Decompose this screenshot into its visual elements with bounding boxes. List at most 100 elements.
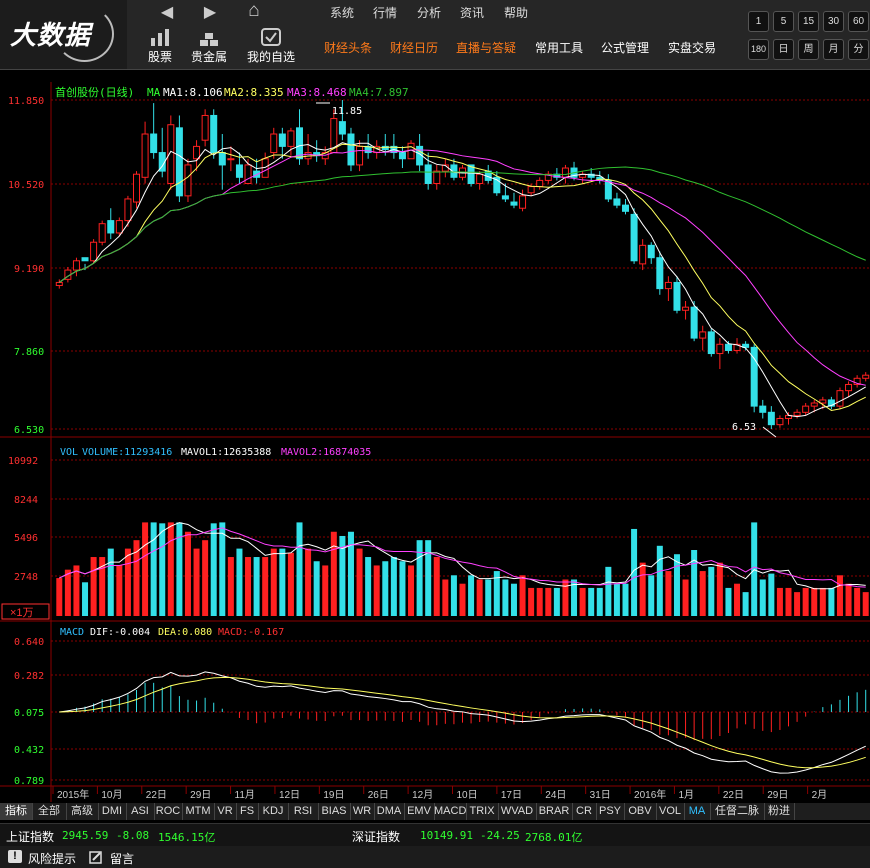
period-30min[interactable]: 30 — [823, 11, 844, 32]
low-price-label: 6.53 — [732, 422, 756, 433]
tab-20[interactable]: PSY — [596, 803, 625, 820]
candle-body — [193, 145, 201, 160]
volume-bar — [373, 565, 380, 616]
menu-live-trading[interactable]: 实盘交易 — [668, 39, 716, 56]
candle-body — [287, 130, 295, 147]
price-tick: 11.850 — [8, 96, 44, 107]
candle-body — [201, 114, 209, 141]
candle-body — [810, 402, 818, 407]
menu-help[interactable]: 帮助 — [504, 4, 528, 21]
back-arrow-icon[interactable]: ◀ — [156, 2, 178, 21]
volume-value: VOLUME:11293416 — [82, 447, 172, 458]
tab-15[interactable]: MACD — [434, 803, 467, 820]
menu-analysis[interactable]: 分析 — [417, 4, 441, 21]
my-watchlist-button[interactable]: 我的自选 — [241, 24, 301, 68]
candle-body — [141, 133, 149, 178]
menu-finance-headlines[interactable]: 财经头条 — [324, 39, 372, 56]
tab-2[interactable]: 高级 — [66, 803, 99, 820]
tab-21[interactable]: OBV — [624, 803, 657, 820]
volume-bar — [450, 575, 457, 616]
volume-bar — [399, 561, 406, 616]
period-60min[interactable]: 60 — [848, 11, 869, 32]
candle-body — [613, 198, 621, 206]
tab-14[interactable]: EMV — [404, 803, 435, 820]
menu-common-tools[interactable]: 常用工具 — [535, 39, 583, 56]
tab-17[interactable]: WVAD — [498, 803, 537, 820]
period-day[interactable]: 日 — [773, 39, 794, 60]
macd-tick: 0.075 — [14, 708, 44, 719]
period-5min[interactable]: 5 — [773, 11, 794, 32]
date-label: 10日 — [457, 790, 478, 801]
sh-index-name[interactable]: 上证指数 — [6, 828, 54, 845]
volume-bar — [73, 565, 80, 616]
tab-13[interactable]: DMA — [374, 803, 405, 820]
candle-body — [690, 306, 698, 339]
candle-body — [81, 257, 89, 262]
tab-3[interactable]: DMI — [98, 803, 127, 820]
tab-16[interactable]: TRIX — [466, 803, 499, 820]
home-icon[interactable]: ⌂ — [243, 0, 265, 21]
volume-bar — [562, 579, 569, 616]
tab-23[interactable]: MA — [684, 803, 711, 820]
tab-1[interactable]: 全部 — [32, 803, 67, 820]
candle-body — [664, 281, 672, 290]
date-label: 29日 — [190, 790, 211, 801]
period-1min[interactable]: 1 — [748, 11, 769, 32]
gold-bars-icon — [200, 33, 218, 46]
volume-bar — [751, 522, 758, 616]
candle-body — [536, 179, 544, 188]
tab-18[interactable]: BRAR — [536, 803, 573, 820]
volume-bar — [408, 565, 415, 616]
stock-chart[interactable]: 首创股份(日线) MA MA1:8.106 MA2:8.335 MA3:8.46… — [0, 82, 870, 802]
period-minute[interactable]: 分 — [848, 39, 869, 60]
tab-25[interactable]: 粉进 — [764, 803, 795, 820]
macd-tick: 0.282 — [14, 671, 44, 682]
volume-bar — [485, 579, 492, 616]
stock-title: 首创股份(日线) — [55, 85, 134, 99]
volume-bar — [365, 557, 372, 616]
candle-body — [235, 164, 243, 178]
volume-bar — [159, 523, 166, 616]
message-link[interactable]: 留言 — [110, 850, 134, 867]
chart-grid — [0, 82, 870, 802]
menu-formula-management[interactable]: 公式管理 — [601, 39, 649, 56]
period-month[interactable]: 月 — [823, 39, 844, 60]
volume-bar — [124, 548, 131, 616]
menu-system[interactable]: 系统 — [330, 4, 354, 21]
tab-7[interactable]: VR — [214, 803, 237, 820]
tab-9[interactable]: KDJ — [258, 803, 289, 820]
candle-body — [845, 383, 853, 392]
tab-22[interactable]: VOL — [656, 803, 685, 820]
candle-body — [244, 164, 252, 184]
volume-bar — [270, 548, 277, 616]
sz-index-name[interactable]: 深证指数 — [352, 828, 400, 845]
macd-label: MACD — [60, 627, 84, 638]
tab-11[interactable]: BIAS — [318, 803, 351, 820]
menu-finance-calendar[interactable]: 财经日历 — [390, 39, 438, 56]
menu-quotes[interactable]: 行情 — [373, 4, 397, 21]
tab-4[interactable]: ASI — [126, 803, 155, 820]
candle-body — [707, 331, 715, 355]
tab-19[interactable]: CR — [572, 803, 597, 820]
period-week[interactable]: 周 — [798, 39, 819, 60]
macd-value: MACD:-0.167 — [218, 627, 284, 638]
price-tick: 10.520 — [8, 180, 44, 191]
period-180min[interactable]: 180 — [748, 39, 769, 60]
tab-5[interactable]: ROC — [154, 803, 183, 820]
tab-0[interactable]: 指标 — [0, 803, 33, 820]
tab-10[interactable]: RSI — [288, 803, 319, 820]
menu-news[interactable]: 资讯 — [460, 4, 484, 21]
tab-6[interactable]: MTM — [182, 803, 215, 820]
period-15min[interactable]: 15 — [798, 11, 819, 32]
forward-arrow-icon[interactable]: ▶ — [199, 2, 221, 21]
dif-value: DIF:-0.004 — [90, 627, 150, 638]
candle-body — [630, 213, 638, 262]
risk-notice-link[interactable]: 风险提示 — [28, 850, 76, 867]
tab-24[interactable]: 任督二脉 — [710, 803, 765, 820]
precious-metals-button[interactable]: 贵金属 — [179, 24, 239, 68]
tab-8[interactable]: FS — [236, 803, 259, 820]
menu-live-qa[interactable]: 直播与答疑 — [456, 39, 516, 56]
tab-12[interactable]: WR — [350, 803, 375, 820]
volume-bar — [142, 522, 149, 616]
candle-body — [561, 167, 569, 178]
